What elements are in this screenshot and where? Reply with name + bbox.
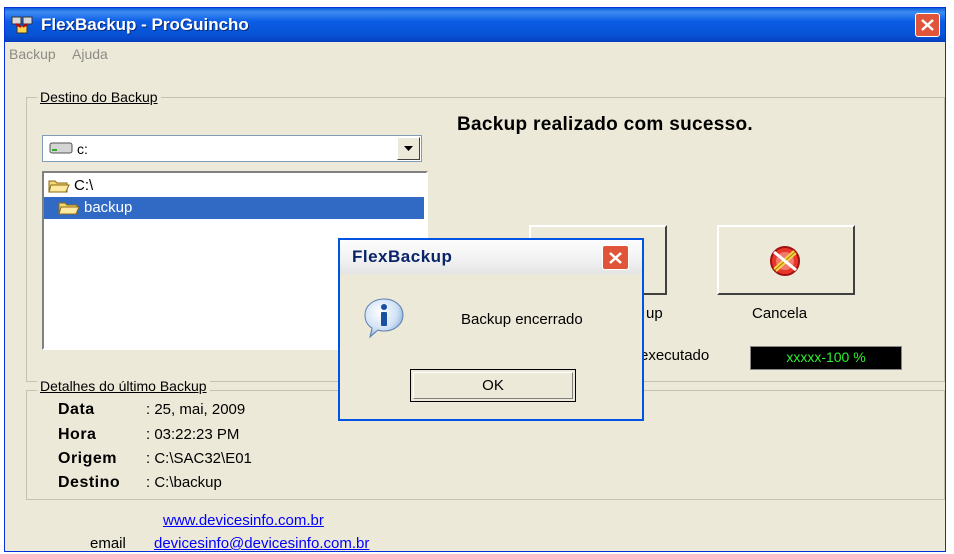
close-icon — [921, 19, 934, 31]
cancel-button-label: Cancela — [752, 305, 808, 322]
menu-bar: Backup Ajuda — [5, 42, 945, 66]
flexbackup-window: FlexBackup - ProGuincho Backup Ajuda Des… — [4, 7, 946, 552]
detail-label-origem: Origem — [58, 450, 118, 467]
website-link[interactable]: www.devicesinfo.com.br — [163, 512, 324, 529]
message-dialog: FlexBackup Backup encerrado OK — [338, 238, 644, 421]
window-close-button[interactable] — [915, 13, 940, 37]
email-link[interactable]: devicesinfo@devicesinfo.com.br — [154, 535, 369, 551]
dialog-title: FlexBackup — [352, 247, 453, 266]
detail-value-data: : 25, mai, 2009 — [146, 401, 246, 418]
chevron-down-icon — [404, 146, 413, 151]
close-icon — [609, 252, 622, 264]
app-icon — [11, 16, 33, 34]
menu-backup[interactable]: Backup — [9, 46, 56, 62]
menu-ajuda[interactable]: Ajuda — [72, 46, 108, 62]
folder-label-root: C:\ — [74, 177, 94, 194]
dialog-close-button[interactable] — [602, 245, 629, 270]
detail-label-destino: Destino — [58, 474, 121, 491]
detail-value-origem: : C:\SAC32\E01 — [146, 450, 252, 467]
folder-label-backup: backup — [84, 199, 133, 216]
open-folder-icon — [48, 180, 70, 193]
window-title: FlexBackup - ProGuincho — [41, 15, 249, 34]
ok-button-label: OK — [482, 377, 504, 394]
title-bar[interactable]: FlexBackup - ProGuincho — [5, 8, 945, 42]
dialog-message: Backup encerrado — [461, 311, 583, 328]
destination-legend: Destino do Backup — [37, 89, 161, 105]
progress-text: xxxxx-100 % — [786, 349, 866, 365]
status-message: Backup realizado com sucesso. — [457, 114, 753, 135]
dialog-title-bar[interactable]: FlexBackup — [340, 240, 642, 274]
folder-item-root[interactable]: C:\ — [44, 175, 424, 197]
drive-dropdown-button[interactable] — [397, 137, 420, 160]
progress-label: executado — [640, 347, 710, 364]
no-pencil-icon — [770, 246, 800, 276]
folder-item-backup[interactable]: backup — [44, 197, 424, 219]
progress-indicator: xxxxx-100 % — [750, 346, 902, 370]
detail-value-destino: : C:\backup — [146, 474, 222, 491]
detail-value-hora: : 03:22:23 PM — [146, 426, 240, 443]
details-legend: Detalhes do último Backup — [37, 378, 210, 394]
detail-label-data: Data — [58, 401, 95, 418]
email-label: email — [90, 535, 126, 552]
drive-select[interactable]: c: — [42, 135, 422, 162]
info-icon — [364, 298, 404, 339]
drive-value: c: — [77, 141, 88, 157]
backup-button-label: up — [646, 305, 663, 322]
cancel-button[interactable] — [717, 225, 855, 295]
ok-button[interactable]: OK — [410, 369, 576, 402]
drive-icon — [49, 142, 73, 154]
open-folder-icon — [58, 202, 80, 215]
detail-label-hora: Hora — [58, 426, 97, 443]
